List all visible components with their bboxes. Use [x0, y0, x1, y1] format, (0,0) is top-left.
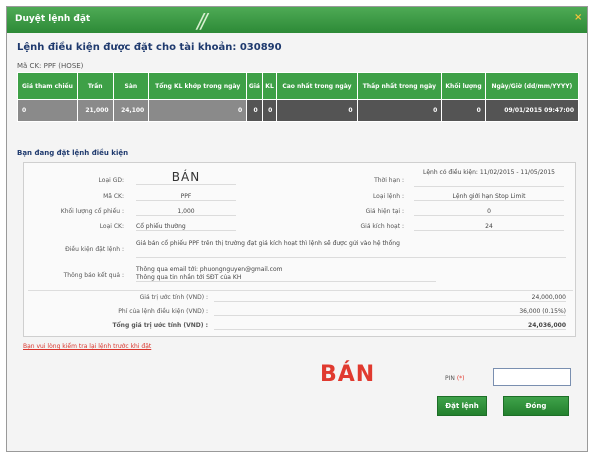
column-header: Ngày/Giờ (dd/mm/YYYY): [484, 72, 580, 100]
pin-label: PIN (*): [445, 375, 465, 382]
validity-value: Lệnh có điều kiện: 11/02/2015 - 11/05/20…: [414, 169, 564, 187]
table-cell: 0: [276, 99, 358, 122]
column-header: Sàn: [112, 72, 150, 100]
column-header: Giá: [246, 72, 263, 100]
symbol-value: PPF: [136, 193, 236, 201]
grand-total-value: 24,036,000: [214, 322, 566, 330]
condition-label: Điều kiện đặt lệnh :: [65, 246, 124, 253]
stock-label: Mã CK: PPF (HOSE): [17, 62, 84, 70]
grand-total-label: Tổng giá trị ước tính (VND) :: [112, 322, 208, 329]
quantity-value: 1,000: [136, 208, 236, 216]
table-cell: 0: [356, 99, 443, 122]
fee-label: Phí của lệnh điều kiện (VND) :: [118, 308, 208, 315]
price-info-table: Giá tham chiếu Trần Sàn Tổng KL khớp tro…: [17, 72, 580, 122]
table-header-row: Giá tham chiếu Trần Sàn Tổng KL khớp tro…: [17, 72, 580, 100]
table-cell: 0: [17, 99, 78, 122]
column-header: Thấp nhất trong ngày: [356, 72, 443, 100]
table-row: 0 21,000 24,100 0 0 0 0 0 0 09/01/2015 0…: [17, 99, 580, 122]
trigger-price-value: 24: [414, 223, 564, 231]
side-label: Loại GD:: [98, 177, 124, 184]
order-details-panel: Loại GD: BÁN Thời hạn : Lệnh có điều kiệ…: [23, 162, 576, 337]
close-button[interactable]: Đóng: [503, 396, 569, 416]
dialog-titlebar: Duyệt lệnh đặt // ×: [7, 7, 587, 33]
side-value: BÁN: [136, 170, 236, 185]
quantity-label: Khối lượng cổ phiếu :: [60, 208, 124, 215]
estimated-value: 24,000,000: [214, 294, 566, 302]
condition-value: Giá bán cổ phiếu PPF trên thị trường đạt…: [136, 240, 566, 258]
estimated-value-label: Giá trị ước tính (VND) :: [139, 294, 208, 301]
page-title: Lệnh điều kiện được đặt cho tài khoản: 0…: [17, 42, 282, 53]
table-cell: 0: [148, 99, 248, 122]
fee-value: 36,000 (0.15%): [214, 308, 566, 316]
table-cell: 24,100: [112, 99, 150, 122]
order-type-label: Loại lệnh :: [372, 193, 404, 200]
titlebar-decoration-icon: //: [197, 9, 208, 33]
column-header: Giá tham chiếu: [17, 72, 78, 100]
section-label: Bạn đang đặt lệnh điều kiện: [17, 149, 129, 157]
dialog-title: Duyệt lệnh đặt: [15, 14, 91, 24]
column-header: Trần: [76, 72, 114, 100]
validity-label: Thời hạn :: [374, 177, 404, 184]
notify-sms: Thông qua tin nhắn tới SĐT của KH: [136, 274, 436, 282]
column-header: Khối lượng: [441, 72, 486, 100]
symbol-label: Mã CK:: [103, 193, 124, 200]
table-cell: 0: [261, 99, 278, 122]
divider: [28, 290, 573, 291]
current-price-label: Giá hiện tại :: [365, 208, 404, 215]
table-cell: 09/01/2015 09:47:00: [484, 99, 580, 122]
current-price-value: 0: [414, 208, 564, 216]
column-header: Tổng KL khớp trong ngày: [148, 72, 248, 100]
notify-email: Thông qua email tới: phuongnguyen@gmail.…: [136, 266, 283, 273]
stock-type-value: Cổ phiếu thường: [136, 223, 236, 231]
column-header: Cao nhất trong ngày: [276, 72, 358, 100]
trigger-price-label: Giá kích hoạt :: [360, 223, 404, 230]
order-confirm-dialog: Duyệt lệnh đặt // × Lệnh điều kiện được …: [6, 6, 588, 452]
notify-label: Thông báo kết quả :: [63, 272, 124, 279]
review-note-link[interactable]: Bạn vui lòng kiểm tra lại lệnh trước khi…: [23, 343, 151, 350]
table-cell: 21,000: [76, 99, 114, 122]
table-cell: 0: [246, 99, 263, 122]
submit-order-button[interactable]: Đặt lệnh: [437, 396, 487, 416]
pin-input[interactable]: [493, 368, 571, 386]
column-header: KL: [261, 72, 278, 100]
pin-required-marker: (*): [456, 375, 465, 382]
stock-type-label: Loại CK:: [99, 223, 124, 230]
table-cell: 0: [441, 99, 486, 122]
order-type-value: Lệnh giới hạn Stop Limit: [414, 193, 564, 201]
order-side-display: BÁN: [320, 362, 376, 387]
pin-label-text: PIN: [445, 375, 455, 382]
close-icon[interactable]: ×: [574, 13, 584, 23]
